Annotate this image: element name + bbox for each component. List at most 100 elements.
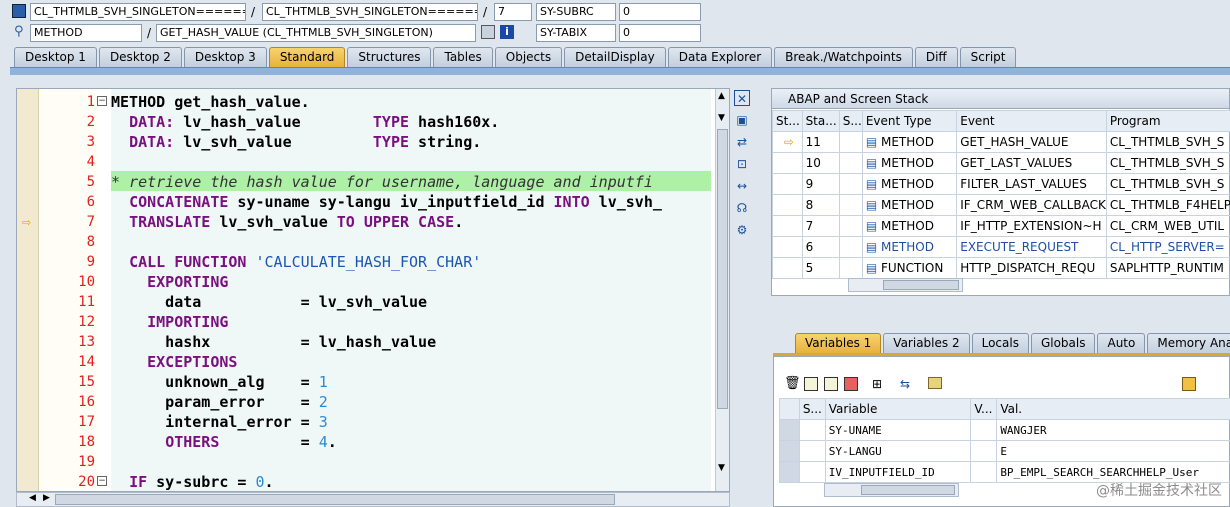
tab-memory-anal[interactable]: Memory Anal — [1147, 333, 1230, 353]
tab-desktop-2[interactable]: Desktop 2 — [98, 47, 182, 67]
stack-column-header[interactable]: Event — [956, 110, 1107, 132]
tab-detaildisplay[interactable]: DetailDisplay — [564, 47, 666, 67]
scroll-down-icon[interactable]: ▼ — [718, 113, 725, 123]
info-icon[interactable]: i — [500, 25, 514, 39]
variable-row[interactable]: SY-UNAME WANGJER — [779, 419, 1230, 441]
line-number: 15 — [78, 374, 95, 390]
variable-name[interactable]: IV_INPUTFIELD_ID — [824, 461, 972, 483]
row-selector-header[interactable] — [779, 398, 800, 420]
delete-icon[interactable]: 🗑 — [784, 377, 801, 391]
scroll-left-icon[interactable]: ◀ — [29, 493, 36, 503]
maximize-icon[interactable]: ⊡ — [734, 156, 750, 172]
display-icon[interactable] — [481, 25, 495, 39]
tab-objects[interactable]: Objects — [494, 47, 563, 67]
separator: / — [483, 5, 488, 19]
row-selector[interactable] — [779, 461, 800, 483]
variable-name[interactable]: SY-UNAME — [824, 419, 972, 441]
tab-desktop-3[interactable]: Desktop 3 — [183, 47, 267, 67]
tab-locals[interactable]: Locals — [971, 333, 1029, 353]
code-area[interactable]: METHOD get_hash_value. DATA: lv_hash_val… — [111, 89, 711, 491]
tab-diff[interactable]: Diff — [914, 47, 958, 67]
stack-row[interactable]: ⇨ 11 ▤ METHOD GET_HASH_VALUE CL_THTMLB_SVH_S — [772, 131, 1230, 153]
tab-auto[interactable]: Auto — [1097, 333, 1146, 353]
editor-horizontal-scrollbar[interactable]: ◀ ▶ — [16, 492, 730, 507]
variable-column-header[interactable]: S... — [798, 398, 826, 420]
table-icon[interactable] — [804, 377, 818, 391]
stack-row[interactable]: 10 ▤ METHOD GET_LAST_VALUES CL_THTMLB_SVH_S — [772, 152, 1230, 174]
variable-column-header[interactable]: Val. — [996, 398, 1230, 420]
stack-horizontal-scrollbar[interactable] — [848, 278, 963, 292]
scroll-thumb[interactable] — [55, 494, 615, 505]
tab-script[interactable]: Script — [959, 47, 1017, 67]
tab-variables-1[interactable]: Variables 1 — [795, 333, 882, 353]
new-tool-icon[interactable]: ▣ — [734, 112, 750, 128]
tab-tables[interactable]: Tables — [433, 47, 493, 67]
stack-column-header[interactable]: St... — [772, 110, 803, 132]
variables-horizontal-scrollbar[interactable] — [824, 483, 959, 497]
breakpoint-gutter[interactable] — [17, 89, 39, 491]
tab-desktop-1[interactable]: Desktop 1 — [14, 47, 97, 67]
tab-standard[interactable]: Standard — [268, 47, 346, 67]
stack-row[interactable]: 9 ▤ METHOD FILTER_LAST_VALUES CL_THTMLB_SVH… — [772, 173, 1230, 195]
fold-toggle-icon[interactable]: − — [97, 96, 107, 106]
line-number: 16 — [78, 394, 95, 410]
source-editor[interactable]: ⇨ 1 2 3 4 5 6 7 8 9 10 11 12 13 14 15 16 17 18 19 20 − − ME… — [16, 88, 730, 492]
services-icon[interactable]: ⚙ — [734, 222, 750, 238]
program-field[interactable]: CL_THTMLB_SVH_SINGLETON======= — [30, 3, 246, 21]
scroll-thumb[interactable] — [861, 485, 955, 495]
variable-column-header[interactable]: Variable — [824, 398, 972, 420]
folder-icon[interactable] — [928, 377, 942, 389]
table-icon[interactable] — [824, 377, 838, 391]
tab-globals[interactable]: Globals — [1030, 333, 1096, 353]
stack-row[interactable]: 6 ▤ METHOD EXECUTE_REQUEST CL_HTTP_SERVER= — [772, 236, 1230, 258]
stack-column-header[interactable]: Sta... — [801, 110, 840, 132]
scroll-thumb[interactable] — [883, 280, 959, 290]
variable-row[interactable]: SY-LANGU E — [779, 440, 1230, 462]
code-line: DATA: lv_hash_value TYPE hash160x. — [111, 112, 499, 132]
close-icon[interactable]: ✕ — [734, 90, 750, 106]
variable-name[interactable]: SY-LANGU — [824, 440, 972, 462]
scroll-down-icon[interactable]: ▼ — [718, 463, 725, 473]
fold-toggle-icon[interactable]: − — [97, 476, 107, 486]
code-token: lv_svh_value — [210, 213, 337, 231]
stack-column-header[interactable]: Event Type — [861, 110, 958, 132]
code-token: 4 — [318, 433, 328, 451]
table-delete-icon[interactable] — [844, 377, 858, 391]
code-token: . — [264, 473, 274, 491]
swap-tool-icon[interactable]: ⇄ — [734, 134, 750, 150]
row-selector[interactable] — [779, 419, 800, 441]
include-field[interactable]: CL_THTMLB_SVH_SINGLETON====== — [262, 3, 478, 21]
code-token: = — [219, 433, 319, 451]
code-token: data = lv_svh_value — [111, 293, 428, 311]
tab-structures[interactable]: Structures — [347, 47, 432, 67]
transfer-icon[interactable]: ⇆ — [900, 377, 914, 391]
tab-data-explorer[interactable]: Data Explorer — [667, 47, 773, 67]
settings-icon[interactable]: ☊ — [734, 200, 750, 216]
sy-subrc-value[interactable]: 0 — [619, 3, 701, 21]
variable-column-header[interactable]: V... — [970, 398, 998, 420]
scroll-thumb[interactable] — [717, 129, 728, 409]
stack-column-header[interactable]: S... — [838, 110, 863, 132]
variable-status — [798, 461, 826, 483]
tab-variables-2[interactable]: Variables 2 — [883, 333, 970, 353]
line-field[interactable]: 7 — [494, 3, 532, 21]
variable-value[interactable]: WANGJER — [996, 419, 1230, 441]
event-type-field[interactable]: METHOD — [30, 24, 142, 42]
sy-tabix-value[interactable]: 0 — [619, 24, 701, 42]
stack-status-cell — [838, 194, 863, 216]
scroll-up-icon[interactable]: ▲ — [718, 91, 725, 101]
variable-value[interactable]: E — [996, 440, 1230, 462]
stack-column-header[interactable]: Program — [1105, 110, 1230, 132]
row-selector[interactable] — [779, 440, 800, 462]
tab-break-watchpoints[interactable]: Break./Watchpoints — [774, 47, 913, 67]
scroll-right-icon[interactable]: ▶ — [43, 493, 50, 503]
stack-row[interactable]: 8 ▤ METHOD IF_CRM_WEB_CALLBACK CL_THTMLB_F4… — [772, 194, 1230, 216]
hierarchy-icon[interactable]: ⊞ — [872, 377, 886, 391]
editor-vertical-scrollbar[interactable]: ▲ ▼ ▼ — [715, 89, 729, 491]
save-icon[interactable] — [1182, 377, 1196, 391]
stack-row[interactable]: 5 ▤ FUNCTION HTTP_DISPATCH_REQU SAPLHTTP_RU… — [772, 257, 1230, 279]
code-token: get_hash_value. — [165, 93, 310, 111]
resize-icon[interactable]: ↔ — [734, 178, 750, 194]
event-field[interactable]: GET_HASH_VALUE (CL_THTMLB_SVH_SINGLETON) — [156, 24, 476, 42]
stack-row[interactable]: 7 ▤ METHOD IF_HTTP_EXTENSION~H CL_CRM_WEB_U… — [772, 215, 1230, 237]
